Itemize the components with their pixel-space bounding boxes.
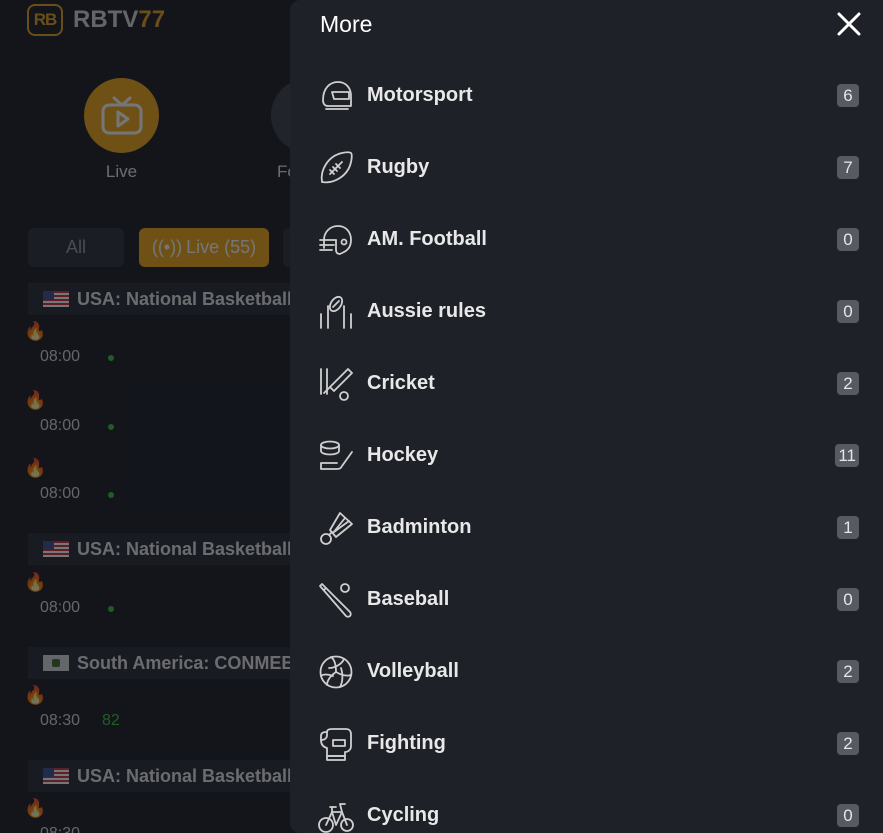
baseball-bat-icon: [318, 582, 354, 618]
league-header[interactable]: USA: National Basketball: [28, 283, 290, 315]
sport-item-baseball[interactable]: Baseball 0: [290, 564, 883, 636]
sport-count-badge: 11: [835, 444, 859, 467]
close-icon: [837, 12, 861, 36]
sport-item-fighting[interactable]: Fighting 2: [290, 708, 883, 780]
league-header[interactable]: South America: CONMEBOL: [28, 647, 290, 679]
fire-icon: 🔥: [24, 798, 47, 818]
logo-mark: RB: [27, 4, 63, 36]
usa-flag-icon: [43, 291, 69, 307]
sport-label: Volleyball: [367, 660, 459, 682]
sport-label: Rugby: [367, 156, 430, 178]
sport-label: Aussie rules: [367, 300, 486, 322]
sport-item-cycling[interactable]: Cycling 0: [290, 780, 883, 833]
match-row[interactable]: 🔥 08:00: [24, 389, 284, 439]
match-time: 08:30: [40, 825, 80, 833]
sport-label: Badminton: [367, 516, 472, 538]
league-header[interactable]: USA: National Basketball: [28, 533, 290, 565]
sport-count-badge: 7: [837, 156, 859, 179]
sport-count-badge: 0: [837, 300, 859, 323]
tab-all[interactable]: All: [28, 228, 124, 267]
sport-label: AM. Football: [367, 228, 487, 250]
league-name: USA: National Basketball: [77, 288, 290, 309]
league-header[interactable]: USA: National Basketball: [28, 760, 290, 792]
logo-text-main: RBTV: [73, 6, 139, 33]
sport-count-badge: 0: [837, 804, 859, 827]
live-dot: [108, 492, 114, 498]
sport-label: Cycling: [367, 804, 440, 826]
sport-item-hockey[interactable]: Hockey 11: [290, 420, 883, 492]
hockey-icon: [318, 438, 354, 474]
sport-label: Cricket: [367, 372, 435, 394]
panel-title: More: [320, 11, 373, 37]
football-helmet-icon: [318, 222, 354, 258]
sport-count-badge: 2: [837, 732, 859, 755]
tab-live-label: Live (55): [186, 237, 257, 257]
close-button[interactable]: [833, 8, 865, 40]
sport-count-badge: 6: [837, 84, 859, 107]
fire-icon: 🔥: [24, 572, 47, 592]
league-name: USA: National Basketball: [77, 765, 290, 786]
match-row[interactable]: 🔥 08:30: [24, 797, 284, 833]
helmet-icon: [318, 78, 354, 114]
league-name: USA: National Basketball: [77, 538, 290, 559]
sport-item-motorsport[interactable]: Motorsport 6: [290, 60, 883, 132]
match-row[interactable]: 🔥 08:00: [24, 457, 284, 507]
sport-item-am-football[interactable]: AM. Football 0: [290, 204, 883, 276]
match-time: 08:00: [40, 417, 81, 434]
sport-count-badge: 0: [837, 588, 859, 611]
fire-icon: 🔥: [24, 390, 47, 410]
bicycle-icon: [318, 798, 354, 833]
sport-count-badge: 0: [837, 228, 859, 251]
logo-text: RBTV77: [73, 6, 165, 34]
sport-item-cricket[interactable]: Cricket 2: [290, 348, 883, 420]
broadcast-icon: ((•)): [151, 237, 183, 257]
sport-item-badminton[interactable]: Badminton 1: [290, 492, 883, 564]
match-row[interactable]: 🔥 08:30 82: [24, 684, 284, 734]
cricket-icon: [318, 366, 354, 402]
fire-icon: 🔥: [24, 321, 47, 341]
sport-count-badge: 1: [837, 516, 859, 539]
sport-label: Fighting: [367, 732, 446, 754]
logo[interactable]: RB RBTV77: [27, 4, 165, 36]
more-panel: More Motorsport 6 Rugby 7 AM. Football 0…: [290, 0, 883, 833]
sport-label: Motorsport: [367, 84, 473, 106]
match-time: 08:30: [40, 712, 81, 729]
tab-live[interactable]: ((•)) Live (55): [139, 228, 269, 267]
live-dot: [108, 424, 114, 430]
aussie-rules-icon: [318, 294, 354, 330]
usa-flag-icon: [43, 541, 69, 557]
sport-label: Hockey: [367, 444, 439, 466]
logo-text-accent: 77: [138, 6, 166, 33]
rugby-ball-icon: [318, 150, 354, 186]
conmebol-flag-icon: [43, 655, 69, 671]
tv-play-icon: [101, 96, 142, 134]
nav-live-button[interactable]: [84, 78, 159, 153]
match-time: 08:00: [40, 599, 81, 616]
sport-label: Baseball: [367, 588, 450, 610]
match-row[interactable]: 🔥 08:00: [24, 320, 284, 370]
fire-icon: 🔥: [24, 685, 47, 705]
league-name: South America: CONMEBOL: [77, 652, 290, 673]
sport-item-rugby[interactable]: Rugby 7: [290, 132, 883, 204]
live-dot: [108, 355, 114, 361]
live-dot: [108, 606, 114, 612]
match-time: 08:00: [40, 348, 81, 365]
sport-count-badge: 2: [837, 372, 859, 395]
page: RB RBTV77 Live Fo All ((•)) Live (55) US…: [0, 0, 883, 833]
sport-count-badge: 2: [837, 660, 859, 683]
nav-live-label: Live: [105, 162, 138, 181]
usa-flag-icon: [43, 768, 69, 784]
match-row[interactable]: 🔥 08:00: [24, 571, 284, 621]
boxing-glove-icon: [318, 726, 354, 762]
shuttlecock-icon: [318, 510, 354, 546]
volleyball-icon: [318, 654, 354, 690]
sport-item-volleyball[interactable]: Volleyball 2: [290, 636, 883, 708]
fire-icon: 🔥: [24, 458, 47, 478]
sport-item-aussie-rules[interactable]: Aussie rules 0: [290, 276, 883, 348]
sport-list: Motorsport 6 Rugby 7 AM. Football 0 Auss…: [290, 60, 883, 833]
match-score: 82: [102, 712, 120, 729]
match-time: 08:00: [40, 485, 81, 502]
